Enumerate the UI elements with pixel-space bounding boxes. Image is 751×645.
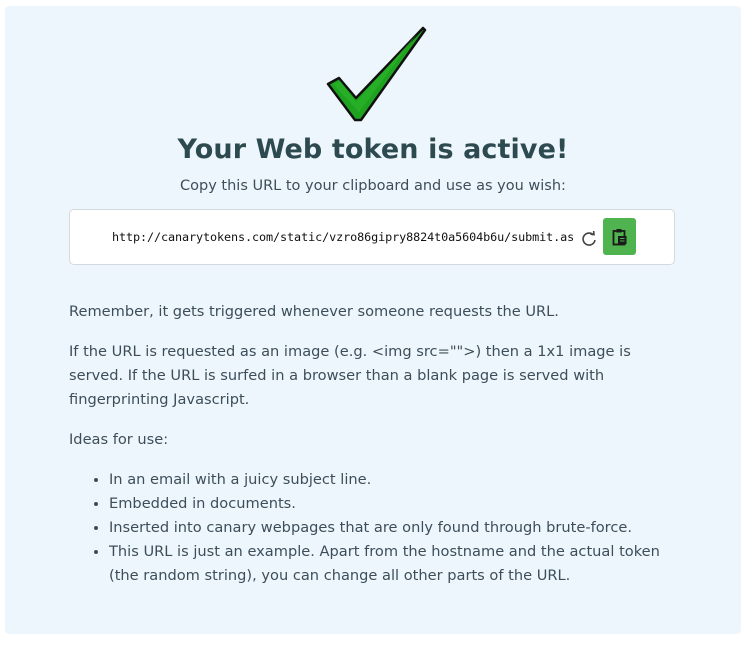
page-title: Your Web token is active! [177, 134, 569, 165]
refresh-icon[interactable] [580, 230, 598, 248]
image-description: If the URL is requested as an image (e.g… [69, 343, 631, 408]
token-url[interactable]: http://canarytokens.com/static/vzro86gip… [112, 230, 574, 244]
token-url-box: http://canarytokens.com/static/vzro86gip… [69, 209, 675, 265]
ideas-list: In an email with a juicy subject line. E… [69, 468, 679, 588]
ideas-heading: Ideas for use: [69, 431, 169, 448]
page-subtitle: Copy this URL to your clipboard and use … [180, 178, 566, 194]
list-item: Inserted into canary webpages that are o… [109, 516, 679, 540]
list-item: Embedded in documents. [109, 492, 679, 516]
checkmark-icon [326, 26, 427, 122]
triggered-description: Remember, it gets triggered whenever som… [69, 303, 559, 320]
token-result-panel: Your Web token is active! Copy this URL … [5, 6, 741, 634]
list-item: In an email with a juicy subject line. [109, 468, 679, 492]
list-item: This URL is just an example. Apart from … [109, 540, 679, 588]
copy-url-button[interactable] [603, 218, 636, 255]
clipboard-icon [612, 228, 626, 245]
